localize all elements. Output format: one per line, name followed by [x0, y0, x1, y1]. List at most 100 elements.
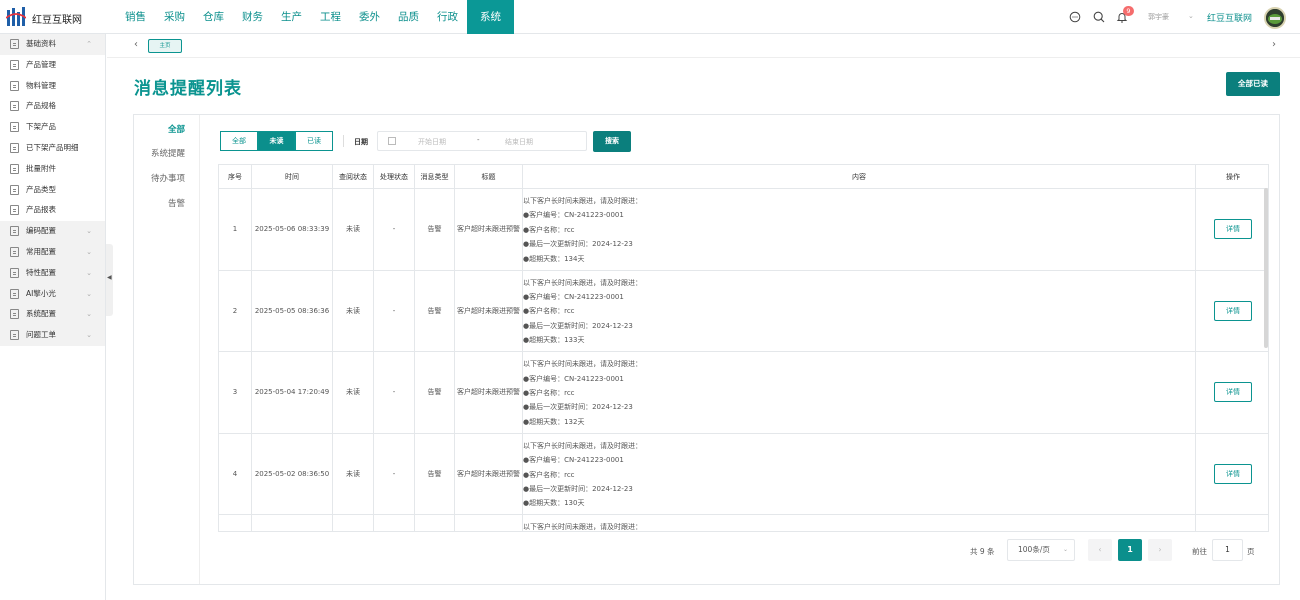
- cell-read: 未读: [333, 433, 374, 515]
- table-scrollbar[interactable]: [1264, 188, 1268, 348]
- content-line: ●超期天数：133天: [523, 336, 585, 345]
- sidebar-item[interactable]: 批量附件: [0, 159, 105, 180]
- cell-no: [219, 515, 252, 531]
- content-line: 以下客户长时间未跟进，请及时跟进：: [523, 441, 642, 450]
- date-end-input[interactable]: 结束日期: [505, 137, 533, 147]
- document-icon: [10, 142, 19, 153]
- tab-1[interactable]: 系统提醒: [151, 147, 185, 159]
- tab-3[interactable]: 告警: [168, 197, 185, 209]
- chevron-up-icon: ⌃: [86, 40, 92, 48]
- sidebar-item[interactable]: 基础资料 ⌃: [0, 34, 105, 55]
- folder-icon: [10, 330, 19, 341]
- nav-item-7[interactable]: 品质: [389, 0, 428, 34]
- sidebar-item-label: 常用配置: [26, 246, 56, 256]
- detail-button[interactable]: 详情: [1214, 300, 1252, 321]
- sidebar-item[interactable]: 编码配置 ⌄: [0, 221, 105, 242]
- cell-no: 4: [219, 433, 252, 515]
- sidebar-item[interactable]: 产品管理: [0, 55, 105, 76]
- nav-item-6[interactable]: 委外: [350, 0, 389, 34]
- content-line: ●最后一次更新时间：2024-12-23: [523, 240, 633, 249]
- sidebar-item-label: 系统配置: [26, 309, 56, 319]
- cell-time: 2025-05-05 08:36:36: [252, 270, 333, 352]
- column-header: 时间: [252, 165, 333, 189]
- content-line: 以下客户长时间未跟进，请及时跟进：: [523, 197, 642, 205]
- prev-page-button[interactable]: ‹: [1088, 539, 1112, 561]
- user-alt-name[interactable]: 郭宇豪: [1148, 12, 1169, 22]
- table-row: 1 2025-05-06 08:33:39 未读 - 告警 客户超时未跟进预警 以下客户长时…: [219, 189, 1268, 271]
- sidebar-item-label: 基础资料: [26, 39, 56, 48]
- cell-actions: 详情: [1196, 189, 1268, 270]
- nav-item-1[interactable]: 采购: [155, 0, 194, 34]
- date-range-picker[interactable]: 开始日期 - 结束日期: [377, 131, 587, 151]
- page-title: 消息提醒列表: [134, 79, 242, 99]
- folder-icon: [10, 246, 19, 257]
- avatar[interactable]: [1264, 7, 1286, 29]
- content-line: 以下客户长时间未跟进，请及时跟进：: [523, 360, 642, 369]
- next-page-button[interactable]: ›: [1148, 539, 1172, 561]
- filter-status-unread[interactable]: 未读: [258, 131, 295, 151]
- detail-button[interactable]: 详情: [1214, 382, 1252, 403]
- chevron-left-icon[interactable]: ‹: [134, 39, 138, 50]
- tab-2[interactable]: 待办事项: [151, 172, 185, 184]
- sidebar-item-label: 物料管理: [26, 80, 56, 90]
- nav-item-3[interactable]: 财务: [233, 0, 272, 34]
- cell-title: 客户超时未跟进预警: [455, 433, 523, 515]
- cell-read: [333, 515, 374, 531]
- nav-item-4[interactable]: 生产: [272, 0, 311, 34]
- cell-no: 2: [219, 270, 252, 352]
- sidebar-item[interactable]: 已下架产品明细: [0, 138, 105, 159]
- content-line: ●最后一次更新时间：2024-12-23: [523, 321, 633, 330]
- folder-icon: [10, 288, 19, 299]
- nav-item-0[interactable]: 销售: [116, 0, 155, 34]
- filter-status-all[interactable]: 全部: [220, 131, 258, 151]
- breadcrumb-tab-home[interactable]: 主页: [148, 39, 182, 53]
- search-button[interactable]: 搜索: [593, 131, 631, 152]
- nav-item-2[interactable]: 仓库: [194, 0, 233, 34]
- cell-content: 以下客户长时间未跟进，请及时跟进： ●客户编号：CN-241223-0001 ●客户…: [523, 270, 1196, 352]
- sidebar-item[interactable]: 产品类型: [0, 180, 105, 201]
- sidebar-item-label: 问题工单: [26, 330, 56, 340]
- search-icon[interactable]: [1093, 11, 1105, 23]
- date-start-input[interactable]: 开始日期: [418, 137, 446, 147]
- table-row: 以下客户长时间未跟进，请及时跟进：: [219, 515, 1268, 531]
- sidebar-item[interactable]: 系统配置 ⌄: [0, 304, 105, 326]
- breadcrumb-bar: ‹: [107, 34, 1300, 58]
- cell-handle: -: [374, 189, 415, 270]
- detail-button[interactable]: 详情: [1214, 219, 1252, 240]
- mark-all-read-button[interactable]: 全部已读: [1226, 72, 1280, 96]
- sidebar-item[interactable]: 常用配置 ⌄: [0, 241, 105, 263]
- sidebar-item[interactable]: 产品规格: [0, 96, 105, 117]
- detail-button[interactable]: 详情: [1214, 464, 1252, 485]
- nav-item-9[interactable]: 系统: [467, 0, 514, 34]
- content-line: ●超期天数：134天: [523, 254, 585, 263]
- sidebar-item[interactable]: 物料管理: [0, 76, 105, 97]
- sidebar-item[interactable]: 问题工单 ⌄: [0, 325, 105, 346]
- chevron-down-icon: ⌄: [86, 268, 92, 277]
- cell-type: 告警: [415, 270, 455, 352]
- sidebar-item[interactable]: 特性配置 ⌄: [0, 262, 105, 284]
- user-name[interactable]: 红豆互联网: [1207, 11, 1252, 24]
- document-icon: [10, 101, 19, 112]
- cell-type: [415, 515, 455, 531]
- goto-page-input[interactable]: 1: [1212, 539, 1243, 561]
- divider: [343, 135, 344, 147]
- chevron-down-icon: ⌄: [86, 310, 92, 319]
- goto-label: 前往: [1192, 547, 1207, 556]
- page-size-select[interactable]: 100条/页 ⌄: [1007, 539, 1075, 561]
- sidebar-collapse-handle[interactable]: ◀: [106, 244, 113, 316]
- sidebar-item[interactable]: 下架产品: [0, 117, 105, 138]
- chevron-down-icon[interactable]: ⌄: [1188, 12, 1194, 20]
- page-number-current[interactable]: 1: [1118, 539, 1142, 561]
- content-line: ●客户名称：rcc: [523, 225, 575, 234]
- cell-handle: -: [374, 270, 415, 352]
- chevron-right-icon[interactable]: ›: [1272, 39, 1276, 50]
- tab-0[interactable]: 全部: [168, 123, 185, 135]
- table-row: 4 2025-05-02 08:36:50 未读 - 告警 客户超时未跟进预警 以下客户长时…: [219, 433, 1268, 516]
- nav-item-5[interactable]: 工程: [311, 0, 350, 34]
- message-icon[interactable]: [1069, 11, 1081, 23]
- sidebar-item-label: 产品类型: [26, 184, 56, 194]
- sidebar-item[interactable]: AI擎小光 ⌄: [0, 283, 105, 305]
- nav-item-8[interactable]: 行政: [428, 0, 467, 34]
- sidebar-item[interactable]: 产品报表: [0, 200, 105, 221]
- filter-status-read[interactable]: 已读: [295, 131, 333, 151]
